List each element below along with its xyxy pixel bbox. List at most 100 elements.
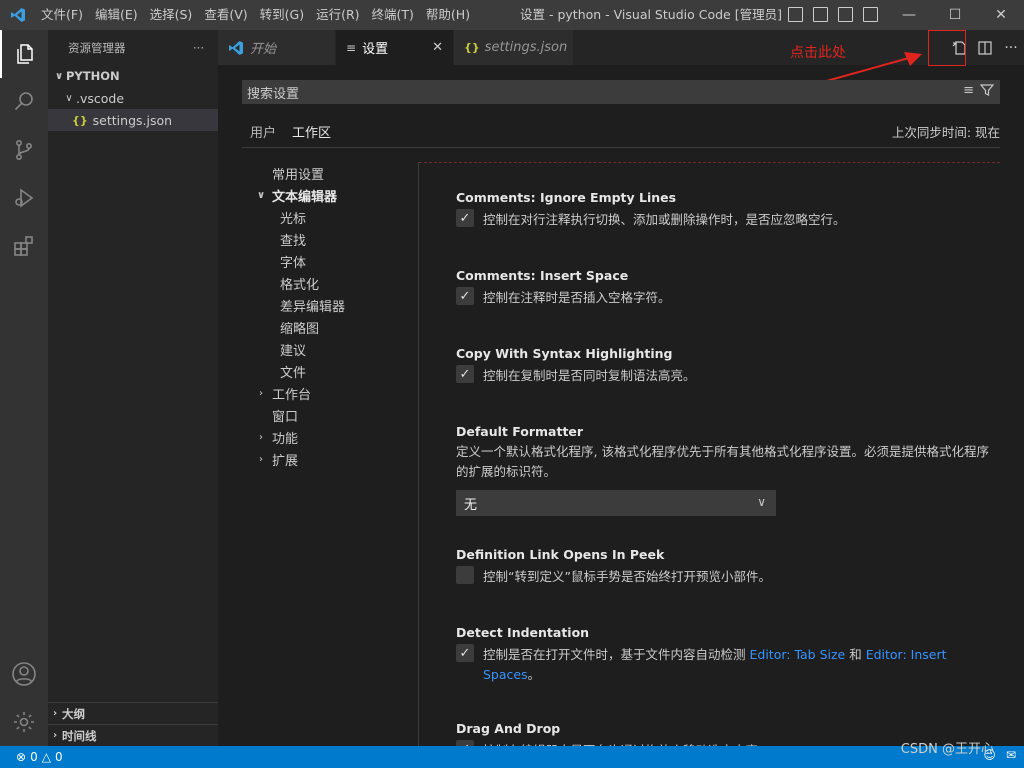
close-icon[interactable]: ✕ — [432, 40, 443, 55]
toc-item-cursor[interactable]: 光标 — [242, 206, 417, 228]
toc-label: 字体 — [280, 255, 307, 271]
toc-item-minimap[interactable]: 缩略图 — [242, 316, 417, 338]
toc-item-files[interactable]: 文件 — [242, 360, 417, 382]
menu-bar: 文件(F) 编辑(E) 选择(S) 查看(V) 转到(G) 运行(R) 终端(T… — [35, 0, 476, 30]
toggle-secondary-sidebar-icon[interactable] — [838, 7, 853, 22]
checkbox-checked-icon[interactable]: ✓ — [456, 209, 474, 227]
folder-python[interactable]: ∨ PYTHON — [48, 65, 218, 87]
timeline-section[interactable]: › 时间线 — [48, 724, 218, 746]
explorer-more-icon[interactable]: ··· — [193, 41, 204, 55]
toggle-primary-sidebar-icon[interactable] — [788, 7, 803, 22]
toc-item-text-editor[interactable]: ∨ 文本编辑器 — [242, 184, 417, 206]
account-icon[interactable] — [0, 650, 48, 698]
problems-status[interactable]: ⊗ 0 △ 0 — [0, 750, 63, 764]
toggle-panel-icon[interactable] — [813, 7, 828, 22]
run-debug-icon[interactable] — [0, 174, 48, 222]
warning-icon: △ — [41, 750, 51, 764]
menu-help[interactable]: 帮助(H) — [420, 0, 476, 30]
chevron-right-icon: › — [259, 387, 263, 399]
tab-settings[interactable]: ≡ 设置 ✕ — [336, 30, 454, 65]
toc-item-diff-editor[interactable]: 差异编辑器 — [242, 294, 417, 316]
filter-icon[interactable] — [979, 83, 995, 101]
notifications-bell-icon[interactable]: ✉ — [1006, 748, 1016, 762]
vscode-small-icon — [229, 40, 243, 55]
folder-vscode[interactable]: ∨ .vscode — [48, 87, 218, 109]
setting-category: Comments: — [456, 268, 540, 283]
close-window-icon[interactable]: ✕ — [978, 0, 1024, 30]
chevron-down-icon: ∨ — [65, 92, 73, 104]
checkbox-unchecked-icon[interactable] — [456, 566, 474, 584]
settings-toc: 常用设置 ∨ 文本编辑器 光标 查找 字体 格式化 差异编辑器 缩略图 建议 文件… — [242, 162, 417, 470]
tab-welcome[interactable]: 开始 — [218, 30, 336, 65]
more-actions-icon[interactable]: ··· — [998, 35, 1024, 61]
search-icon[interactable] — [0, 78, 48, 126]
tab-settings-json[interactable]: {} settings.json — [454, 30, 574, 65]
tab-label: 开始 — [250, 42, 277, 57]
desc-text: 控制是否在打开文件时，基于文件内容自动检测 — [483, 647, 750, 662]
header-divider — [242, 147, 1000, 148]
checkbox-checked-icon[interactable]: ✓ — [456, 287, 474, 305]
setting-category: Comments: — [456, 190, 540, 205]
tab-workspace-settings[interactable]: 工作区 — [284, 118, 340, 148]
annotation-highlight-box — [928, 30, 966, 66]
settings-search-input[interactable]: 搜索设置 ≡ — [242, 80, 1000, 104]
customize-layout-icon[interactable] — [863, 7, 878, 22]
toc-item-workbench[interactable]: › 工作台 — [242, 382, 417, 404]
settings-list-top-border — [419, 162, 1000, 164]
error-count: 0 — [30, 750, 38, 764]
setting-name: Drag And Drop — [456, 721, 561, 736]
toc-item-extensions[interactable]: › 扩展 — [242, 448, 417, 470]
menu-run[interactable]: 运行(R) — [310, 0, 365, 30]
toc-item-find[interactable]: 查找 — [242, 228, 417, 250]
toc-item-suggestions[interactable]: 建议 — [242, 338, 417, 360]
tab-label: 设置 — [362, 42, 389, 57]
minimize-icon[interactable]: — — [886, 0, 932, 30]
setting-title: Definition Link Opens In Peek — [456, 547, 996, 562]
toc-label: 建议 — [280, 343, 307, 359]
setting-title: Comments: Ignore Empty Lines — [456, 190, 996, 205]
menu-view[interactable]: 查看(V) — [198, 0, 253, 30]
manage-gear-icon[interactable] — [0, 698, 48, 746]
toc-item-formatting[interactable]: 格式化 — [242, 272, 417, 294]
explorer-icon[interactable] — [0, 30, 48, 78]
toc-label: 缩略图 — [280, 321, 320, 337]
link-tab-size[interactable]: Editor: Tab Size — [749, 647, 845, 662]
setting-name: Copy With Syntax Highlighting — [456, 346, 673, 361]
clear-filter-icon[interactable]: ≡ — [963, 83, 974, 101]
toc-label: 光标 — [280, 211, 307, 227]
source-control-icon[interactable] — [0, 126, 48, 174]
checkbox-checked-icon[interactable]: ✓ — [456, 365, 474, 383]
toc-item-font[interactable]: 字体 — [242, 250, 417, 272]
title-bar: 文件(F) 编辑(E) 选择(S) 查看(V) 转到(G) 运行(R) 终端(T… — [0, 0, 1024, 30]
toc-label: 查找 — [280, 233, 307, 249]
maximize-icon[interactable]: ☐ — [932, 0, 978, 30]
setting-name: Default Formatter — [456, 424, 584, 439]
setting-description: 控制在对行注释执行切换、添加或删除操作时，是否应忽略空行。 — [483, 212, 846, 227]
select-value: 无 — [464, 497, 478, 513]
menu-go[interactable]: 转到(G) — [254, 0, 310, 30]
checkbox-checked-icon[interactable]: ✓ — [456, 644, 474, 662]
outline-section[interactable]: › 大纲 — [48, 702, 218, 724]
setting-detect-indentation: Detect Indentation ✓ 控制是否在打开文件时，基于文件内容自动… — [456, 625, 996, 685]
setting-title: Comments: Insert Space — [456, 268, 996, 283]
setting-default-formatter: Default Formatter 定义一个默认格式化程序, 该格式化程序优先于… — [456, 424, 996, 516]
default-formatter-select[interactable]: 无 ∨ — [456, 490, 776, 516]
file-settings-json[interactable]: {} settings.json — [48, 109, 218, 131]
menu-file[interactable]: 文件(F) — [35, 0, 89, 30]
warning-count: 0 — [54, 750, 63, 764]
error-icon: ⊗ — [16, 750, 27, 764]
extensions-icon[interactable] — [0, 222, 48, 270]
menu-terminal[interactable]: 终端(T) — [366, 0, 420, 30]
setting-copy-with-syntax-highlighting: Copy With Syntax Highlighting ✓ 控制在复制时是否同… — [456, 346, 996, 386]
toc-label: 扩展 — [272, 453, 299, 469]
tab-user-settings[interactable]: 用户 — [242, 118, 284, 148]
toc-item-window[interactable]: 窗口 — [242, 404, 417, 426]
setting-description: 控制是否在打开文件时，基于文件内容自动检测 Editor: Tab Size 和… — [483, 645, 996, 685]
toc-item-features[interactable]: › 功能 — [242, 426, 417, 448]
menu-selection[interactable]: 选择(S) — [144, 0, 199, 30]
toc-item-common[interactable]: 常用设置 — [242, 162, 417, 184]
split-editor-icon[interactable] — [972, 35, 998, 61]
setting-definition-link-opens-in-peek: Definition Link Opens In Peek 控制“转到定义”鼠标… — [456, 547, 996, 587]
menu-edit[interactable]: 编辑(E) — [89, 0, 144, 30]
setting-title: Detect Indentation — [456, 625, 996, 640]
